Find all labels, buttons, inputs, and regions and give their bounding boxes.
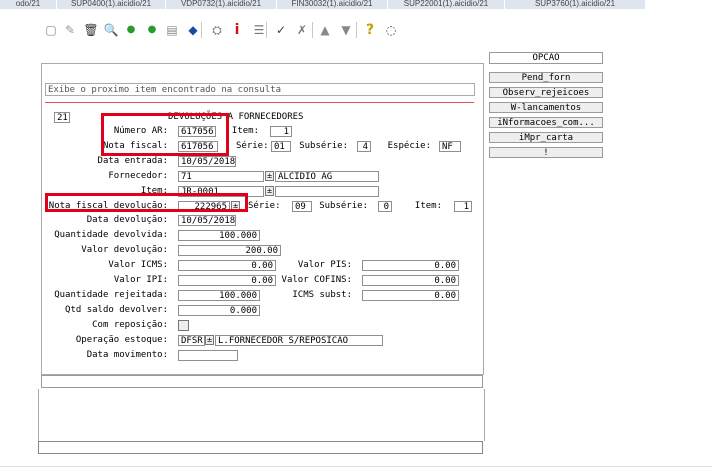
triangle-down-icon[interactable]: ▼: [339, 22, 353, 38]
com-reposicao-checkbox[interactable]: [178, 320, 189, 331]
menu-observ-rejeicoes-button[interactable]: Observ_rejeicoes: [489, 87, 603, 98]
first-icon[interactable]: ●: [124, 22, 138, 38]
delete-icon[interactable]: 🗑: [83, 22, 98, 38]
valor-pis-field[interactable]: 0.00: [362, 260, 459, 271]
icms-subst-field[interactable]: 0.00: [362, 290, 459, 301]
qtd-saldo-label: Qtd saldo devolver:: [65, 305, 168, 315]
item-dev-field[interactable]: 1: [454, 201, 472, 212]
message-bar: [38, 441, 483, 454]
especie-label: Espécie:: [387, 141, 431, 151]
info-icon[interactable]: i: [230, 22, 244, 38]
operacao-field[interactable]: DFSR: [178, 335, 205, 346]
data-devolucao-field[interactable]: 10/05/2018: [178, 215, 236, 226]
bottom-divider: [0, 466, 712, 467]
operacao-label: Operação estoque:: [75, 335, 168, 345]
com-reposicao-label: Com reposição:: [92, 320, 168, 330]
data-movimento-label: Data movimento:: [86, 350, 168, 360]
toolbar-separator: [201, 22, 202, 38]
subserie-dev-field[interactable]: 0: [378, 201, 392, 212]
qtd-devolvida-label: Quantidade devolvida:: [54, 230, 168, 240]
operacao-zoom-icon[interactable]: ±: [205, 335, 214, 345]
lower-panel: [38, 389, 485, 441]
menu-pend-forn-button[interactable]: Pend_forn: [489, 72, 603, 83]
menu-w-lancamentos-button[interactable]: W-lancamentos: [489, 102, 603, 113]
toolbar-separator: [356, 22, 357, 38]
separator-line: [45, 102, 474, 103]
valor-pis-label: Valor PIS:: [297, 260, 352, 270]
toolbar-separator: [312, 22, 313, 38]
valor-cofins-field[interactable]: 0.00: [362, 275, 459, 286]
tab-1[interactable]: SUP0400(1).aicidio/21: [57, 0, 166, 9]
data-entrada-label: Data entrada:: [97, 156, 168, 166]
subserie-field[interactable]: 4: [357, 141, 371, 152]
item2-desc-field: [275, 186, 379, 197]
opcao-title: OPCAO: [489, 52, 603, 64]
subserie-label: Subsérie:: [299, 141, 348, 151]
status-message: Exibe o proximo item encontrado na consu…: [45, 83, 475, 96]
qtd-saldo-field[interactable]: 0.000: [178, 305, 260, 316]
item-field[interactable]: 1: [270, 126, 292, 137]
tab-5[interactable]: SUP3760(1).aicidio/21: [505, 0, 646, 9]
form-status-bar: [41, 375, 483, 388]
toolbar-separator: [266, 22, 267, 38]
data-movimento-field[interactable]: [178, 350, 238, 361]
serie-label: Série:: [236, 141, 269, 151]
find-icon[interactable]: 🔍: [104, 22, 119, 38]
valor-cofins-label: Valor COFINS:: [281, 275, 352, 285]
tab-2[interactable]: VDP0732(1).aicidio/21: [166, 0, 277, 9]
menu-informacoes-com-button[interactable]: iNformacoes_com...: [489, 117, 603, 128]
fornecedor-label: Fornecedor:: [108, 171, 168, 181]
fornecedor-zoom-icon[interactable]: ±: [265, 171, 274, 181]
valor-ipi-field[interactable]: 0.00: [178, 275, 276, 286]
binoculars-icon[interactable]: ⛭: [210, 22, 224, 38]
qtd-rejeitada-label: Quantidade rejeitada:: [54, 290, 168, 300]
data-entrada-field[interactable]: 10/05/2018: [178, 156, 236, 167]
serie-dev-field[interactable]: 09: [292, 201, 312, 212]
menu-exclaim-button[interactable]: !: [489, 147, 603, 158]
serie-field[interactable]: 01: [271, 141, 291, 152]
valor-icms-field[interactable]: 0.00: [178, 260, 276, 271]
valor-devolucao-label: Valor devolução:: [81, 245, 168, 255]
qtd-devolvida-field[interactable]: 100.000: [178, 230, 260, 241]
tab-3[interactable]: FIN30032(1).aicidio/21: [277, 0, 388, 9]
triangle-up-icon[interactable]: ▲: [318, 22, 332, 38]
item-label: Item:: [231, 126, 259, 136]
fornecedor-field[interactable]: 71: [178, 171, 264, 182]
cancel-icon[interactable]: ✗: [295, 22, 309, 38]
item-dev-label: Item:: [414, 201, 442, 211]
check-icon[interactable]: ✓: [274, 22, 288, 38]
especie-field[interactable]: NF: [439, 141, 461, 152]
icms-subst-label: ICMS subst:: [292, 290, 352, 300]
tab-0[interactable]: odo/21: [0, 0, 57, 9]
subserie-dev-label: Subsérie:: [319, 201, 368, 211]
data-devolucao-label: Data devolução:: [86, 215, 168, 225]
valor-devolucao-field[interactable]: 200.00: [178, 245, 281, 256]
save-icon[interactable]: ◆: [186, 22, 200, 38]
tab-4[interactable]: SUP22001(1).aicidio/21: [388, 0, 505, 9]
comment-icon[interactable]: ◌: [384, 22, 398, 38]
previous-icon[interactable]: ●: [145, 22, 159, 38]
valor-icms-label: Valor ICMS:: [108, 260, 168, 270]
list-icon[interactable]: ☰: [252, 22, 266, 38]
valor-ipi-label: Valor IPI:: [113, 275, 168, 285]
menu-impr-carta-button[interactable]: iMpr_carta: [489, 132, 603, 143]
help-icon[interactable]: ?: [363, 22, 377, 38]
operacao-desc-field: L.FORNECEDOR S/REPOSICAO: [215, 335, 383, 346]
highlight-nf-devolucao: [45, 193, 248, 212]
serie-dev-label: Série:: [248, 201, 281, 211]
print-icon[interactable]: ▤: [165, 22, 179, 38]
new-icon[interactable]: ▢: [44, 22, 58, 38]
company-field[interactable]: 21: [54, 112, 70, 123]
item2-zoom-icon[interactable]: ±: [265, 186, 274, 196]
edit-icon[interactable]: ✎: [63, 22, 77, 38]
fornecedor-nome-field: ALCIDIO AG: [275, 171, 379, 182]
qtd-rejeitada-field[interactable]: 100.000: [178, 290, 260, 301]
highlight-nota-fiscal: [101, 113, 229, 156]
